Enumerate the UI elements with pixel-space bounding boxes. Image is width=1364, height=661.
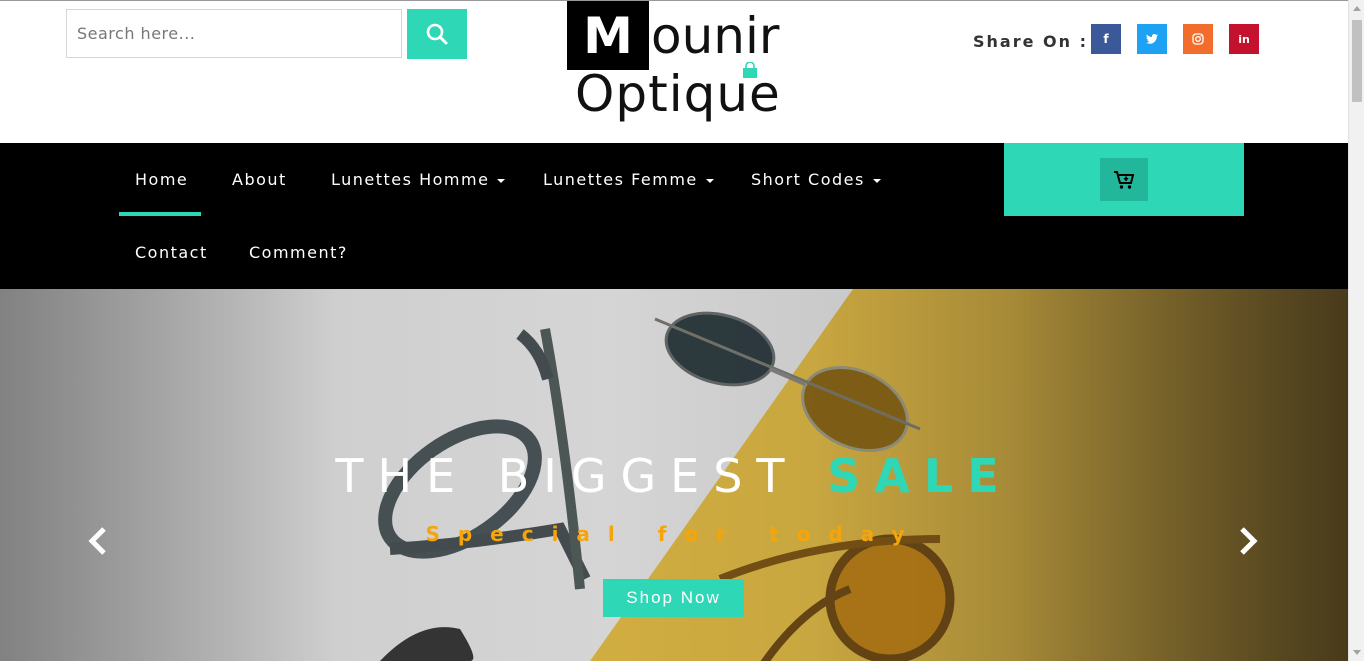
twitter-icon [1146,34,1158,44]
shop-now-button[interactable]: Shop Now [603,579,744,617]
hero-title: THE BIGGEST SALE [0,449,1348,503]
nav-short-codes-label: Short Codes [751,170,865,189]
nav-home-label: Home [135,170,189,189]
facebook-link[interactable]: f [1091,24,1121,54]
twitter-link[interactable] [1137,24,1167,54]
nav-short-codes[interactable]: Short Codes [751,143,881,216]
instagram-icon [1192,33,1204,45]
instagram-link[interactable] [1183,24,1213,54]
logo-letter: M [567,1,649,70]
logo-line1: ounir [651,7,780,65]
search-icon [426,23,448,45]
scroll-down-arrow-icon[interactable] [1353,650,1361,655]
nav-lunettes-femme-label: Lunettes Femme [543,170,698,189]
site-logo[interactable]: M ounir Optique [567,1,797,131]
scroll-thumb[interactable] [1352,20,1362,102]
nav-comment-label: Comment? [249,243,348,262]
caret-down-icon [705,178,714,183]
nav-about[interactable]: About [232,143,287,216]
nav-about-label: About [232,170,287,189]
next-slide-arrow-icon[interactable] [1236,525,1260,557]
page-scrollbar[interactable] [1348,0,1364,661]
caret-down-icon [872,178,881,183]
nav-home[interactable]: Home [135,143,188,216]
hero-subtitle: Special for today [425,522,923,546]
logo-line2: Optique [575,65,781,123]
main-nav: Home About Lunettes Homme Lunettes Femme… [0,143,1348,289]
nav-lunettes-femme[interactable]: Lunettes Femme [543,143,714,216]
nav-lunettes-homme[interactable]: Lunettes Homme [331,143,506,216]
scroll-up-arrow-icon[interactable] [1353,6,1361,11]
caret-down-icon [497,178,506,183]
nav-contact[interactable]: Contact [135,216,208,289]
cart-icon [1114,170,1135,189]
facebook-icon: f [1103,32,1109,46]
nav-lunettes-homme-label: Lunettes Homme [331,170,490,189]
linkedin-link[interactable]: in [1229,24,1259,54]
cart-area [1004,143,1244,216]
cart-button[interactable] [1100,158,1148,201]
search-input[interactable] [66,9,402,58]
search-button[interactable] [407,9,467,59]
hero-slider: THE BIGGEST SALE Special for today Shop … [0,289,1348,661]
linkedin-icon: in [1238,32,1250,46]
hero-title-accent: SALE [827,449,1013,503]
prev-slide-arrow-icon[interactable] [86,525,110,557]
nav-contact-label: Contact [135,243,208,262]
share-label: Share On : [973,32,1088,51]
site-header: M ounir Optique Share On : f in [0,1,1348,143]
hero-title-main: THE BIGGEST [335,449,828,503]
nav-comment[interactable]: Comment? [249,216,348,289]
